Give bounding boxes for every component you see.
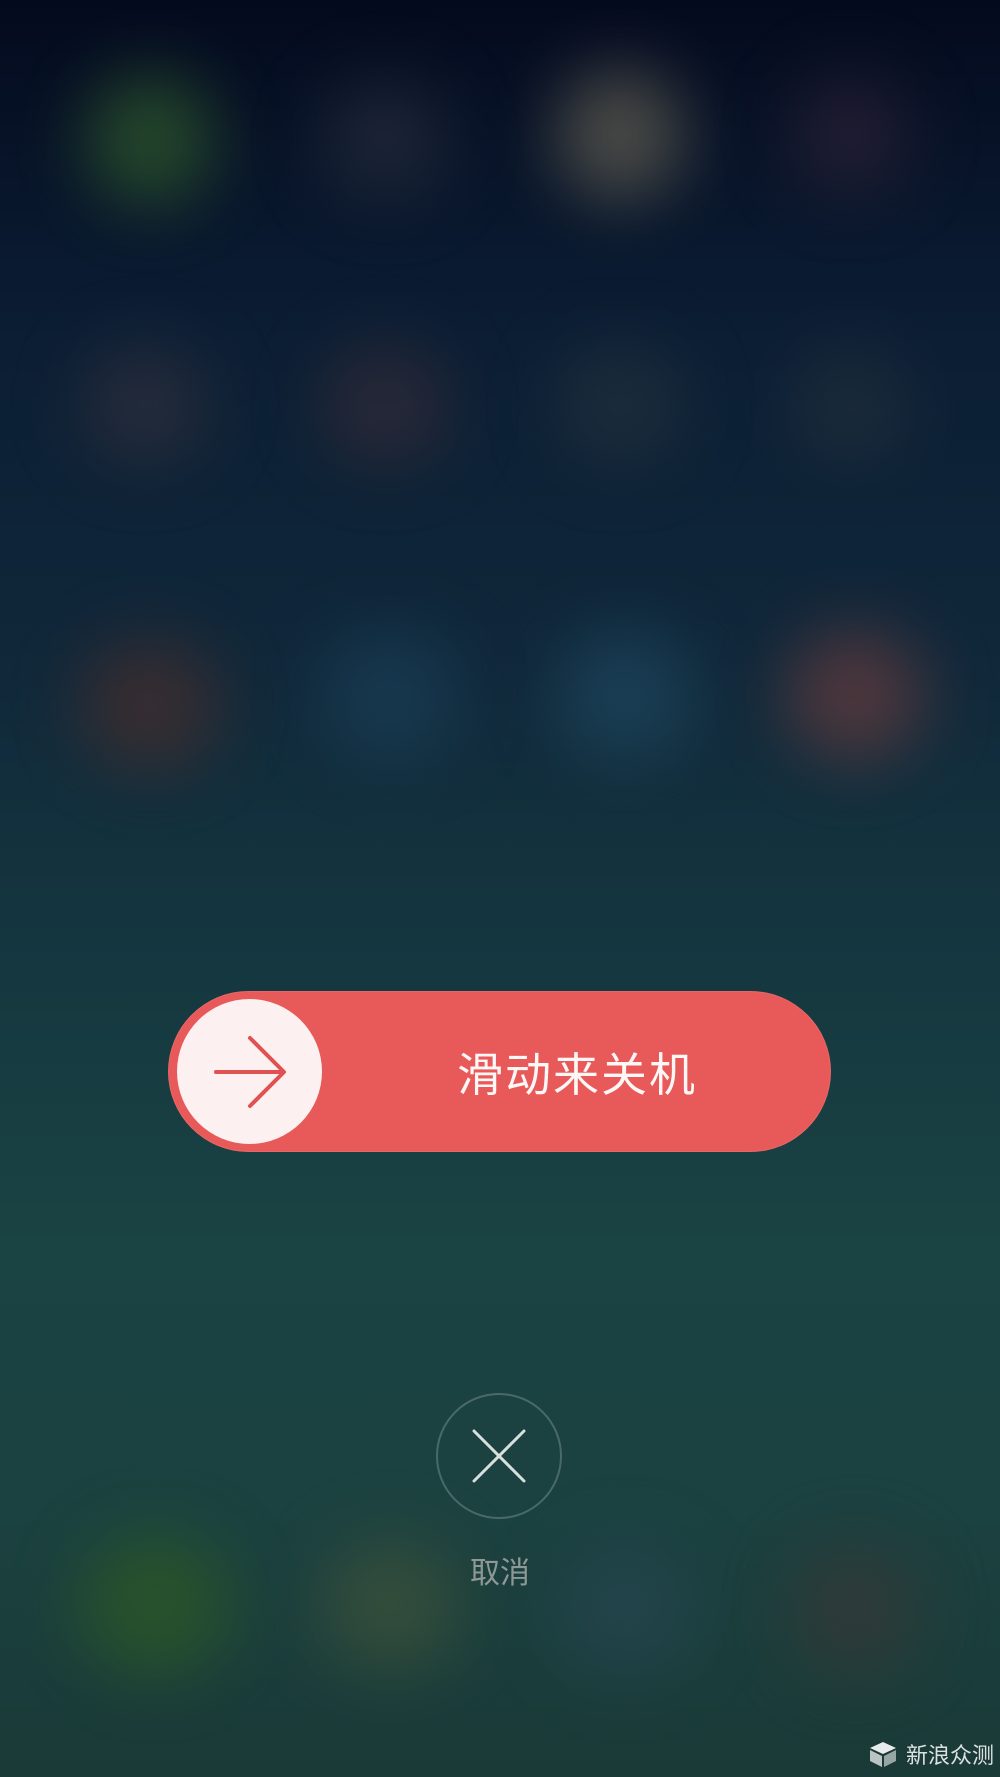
blurred-app-icon <box>320 345 450 465</box>
cancel-label: 取消 <box>470 1556 530 1591</box>
blurred-app-icon <box>555 630 695 760</box>
blurred-app-icon <box>85 75 215 205</box>
blurred-app-icon <box>785 630 925 760</box>
slide-to-power-off-slider[interactable]: 滑动来关机 <box>168 991 831 1152</box>
blurred-dock-icon <box>80 1535 230 1675</box>
arrow-right-icon <box>213 1035 286 1108</box>
blurred-dock-icon <box>790 1545 920 1675</box>
slider-knob[interactable] <box>177 999 322 1144</box>
blurred-app-icon <box>790 345 910 465</box>
blurred-app-icon <box>320 80 450 200</box>
slide-to-power-off-label: 滑动来关机 <box>457 1047 697 1102</box>
cancel-button[interactable] <box>436 1393 562 1519</box>
blurred-app-icon <box>320 630 460 760</box>
blurred-app-icon <box>80 345 210 465</box>
blurred-app-icon <box>80 640 220 770</box>
blurred-app-icon <box>790 75 910 195</box>
cube-logo-icon <box>869 1742 896 1767</box>
blurred-app-icon <box>555 70 685 200</box>
watermark: 新浪众测 <box>868 1737 994 1771</box>
blurred-app-icon <box>555 345 685 465</box>
watermark-text: 新浪众测 <box>905 1744 994 1769</box>
close-icon <box>472 1429 526 1483</box>
